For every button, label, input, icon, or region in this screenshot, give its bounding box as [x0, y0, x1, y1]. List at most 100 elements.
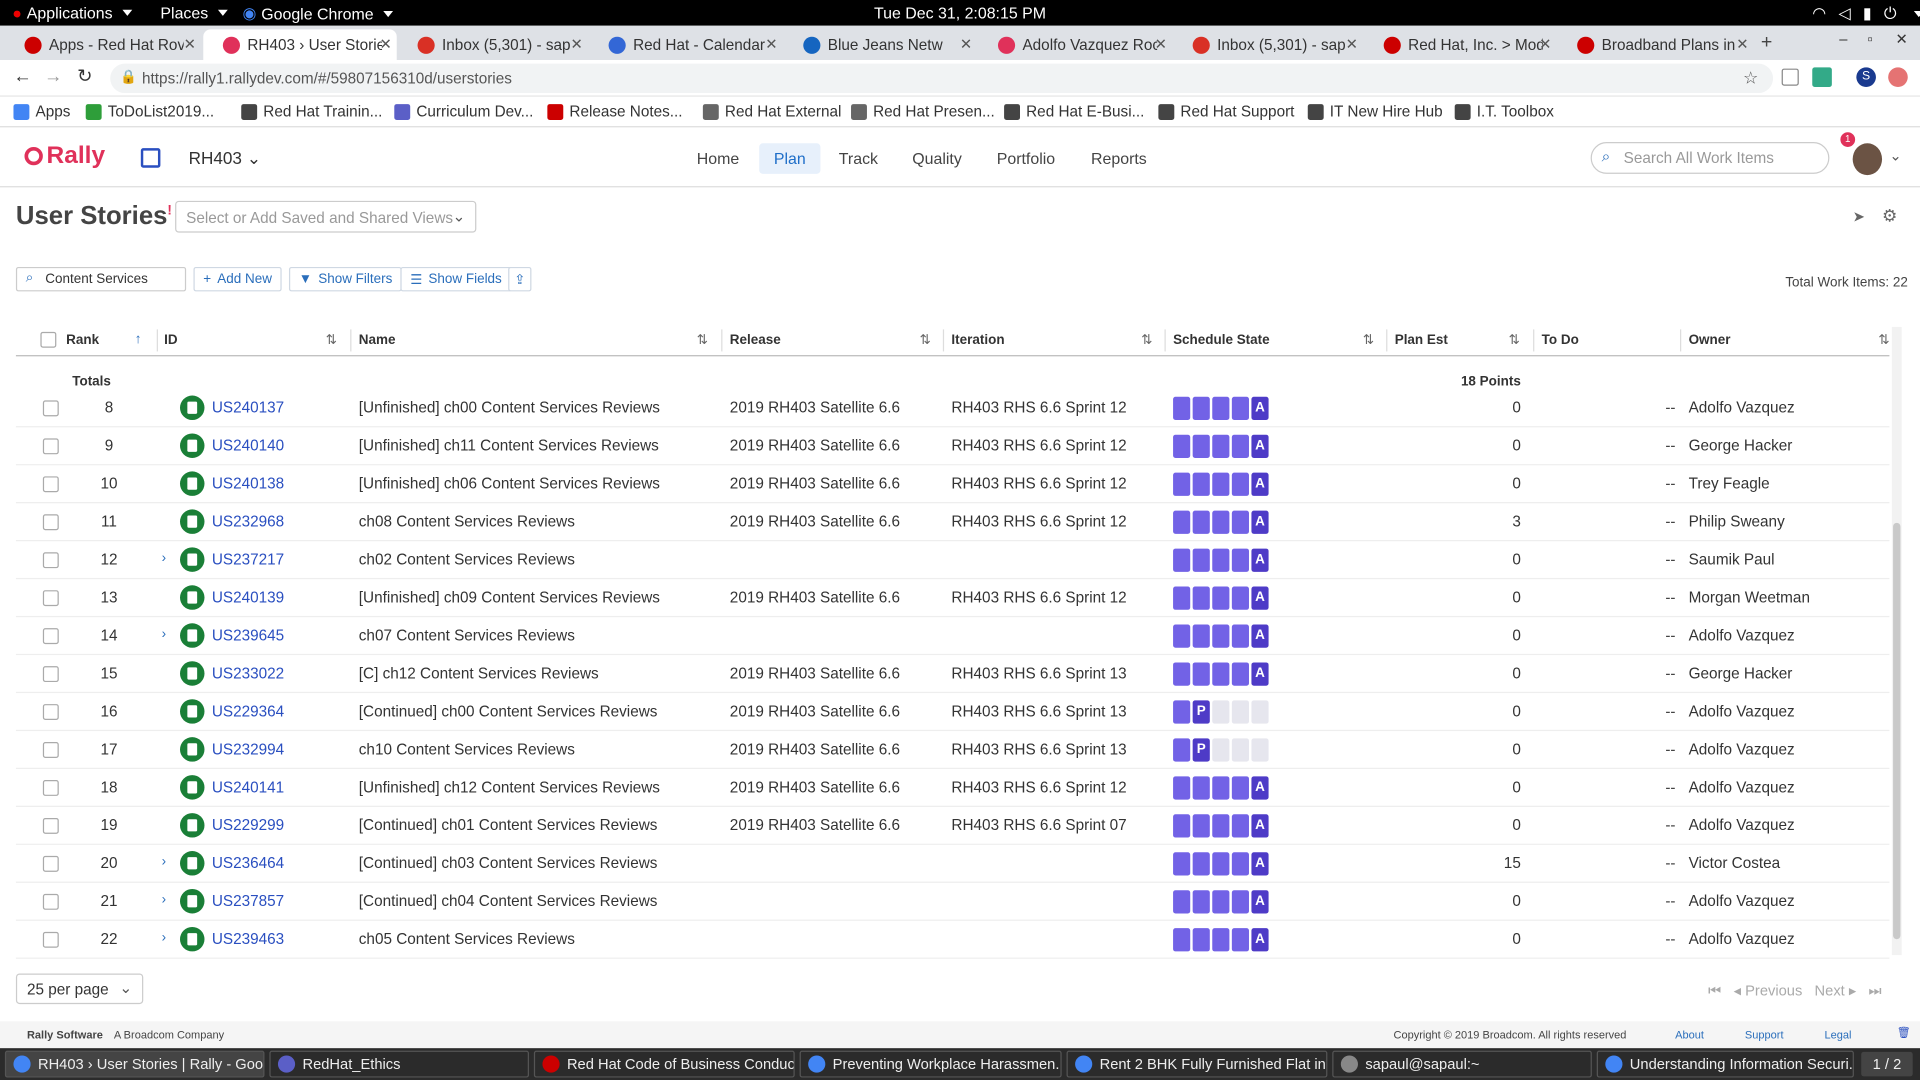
browser-tab[interactable]: Inbox (5,301) - sap ✕: [1173, 29, 1363, 60]
todo-cell[interactable]: --: [1665, 665, 1675, 682]
state-step[interactable]: [1192, 510, 1210, 534]
row-checkbox[interactable]: [42, 628, 59, 645]
release-cell[interactable]: 2019 RH403 Satellite 6.6: [730, 437, 900, 454]
owner-cell[interactable]: Victor Costea: [1689, 855, 1781, 872]
expand-chevron-icon[interactable]: ›: [162, 931, 166, 946]
workspace-icon[interactable]: [140, 148, 161, 168]
state-step[interactable]: [1231, 776, 1249, 800]
state-step[interactable]: [1231, 852, 1249, 876]
row-checkbox[interactable]: [42, 514, 59, 531]
state-step[interactable]: P: [1192, 700, 1210, 724]
table-row[interactable]: 19 US229299 [Continued] ch01 Content Servi…: [15, 807, 1890, 845]
story-name[interactable]: ch08 Content Services Reviews: [359, 513, 575, 530]
plan-est-cell[interactable]: 0: [1393, 703, 1521, 720]
close-icon[interactable]: ✕: [184, 36, 196, 53]
table-row[interactable]: 13 US240139 [Unfinished] ch09 Content Serv…: [15, 579, 1890, 618]
table-row[interactable]: 8 US240137 [Unfinished] ch00 Content Servi…: [15, 389, 1890, 428]
iteration-cell[interactable]: RH403 RHS 6.6 Sprint 07: [951, 817, 1126, 834]
state-step[interactable]: P: [1192, 738, 1210, 762]
story-id-link[interactable]: US239463: [212, 931, 284, 948]
browser-tab[interactable]: Broadband Plans in I ✕: [1558, 29, 1754, 60]
browser-tab[interactable]: Adolfo Vazquez Roc ✕: [978, 29, 1171, 60]
close-icon[interactable]: ✕: [571, 36, 583, 53]
browser-tab[interactable]: Inbox (5,301) - sap ✕: [398, 29, 588, 60]
close-icon[interactable]: ✕: [960, 36, 972, 53]
col-owner[interactable]: Owner: [1689, 333, 1731, 348]
rally-logo[interactable]: Rally: [24, 142, 105, 170]
plan-est-cell[interactable]: 0: [1393, 893, 1521, 910]
views-select[interactable]: Select or Add Saved and Shared Views ⌄: [175, 200, 477, 233]
project-picker[interactable]: RH403 ⌄: [189, 148, 262, 169]
state-step[interactable]: [1192, 890, 1210, 914]
state-step[interactable]: A: [1251, 434, 1269, 458]
story-id-link[interactable]: US240140: [212, 437, 284, 454]
row-checkbox[interactable]: [42, 476, 59, 493]
table-row[interactable]: 21 › US237857 [Continued] ch04 Content Serv…: [15, 883, 1890, 921]
plan-est-cell[interactable]: 0: [1393, 665, 1521, 682]
row-checkbox[interactable]: [42, 552, 59, 569]
state-step[interactable]: [1212, 890, 1230, 914]
plan-est-cell[interactable]: 0: [1393, 437, 1521, 454]
state-step[interactable]: [1212, 852, 1230, 876]
state-step[interactable]: [1192, 814, 1210, 838]
state-step[interactable]: [1173, 472, 1191, 496]
bookmark-item[interactable]: Red Hat E-Busi...: [1004, 103, 1144, 120]
sort-asc-icon[interactable]: ↑: [135, 332, 142, 347]
schedule-state[interactable]: A: [1173, 662, 1269, 686]
sort-icon[interactable]: ⇅: [1509, 332, 1520, 348]
iteration-cell[interactable]: RH403 RHS 6.6 Sprint 13: [951, 703, 1126, 720]
state-step[interactable]: A: [1251, 510, 1269, 534]
state-step[interactable]: [1231, 510, 1249, 534]
nav-plan[interactable]: Plan: [759, 143, 821, 174]
export-button[interactable]: ⇪: [508, 266, 532, 292]
schedule-state[interactable]: A: [1173, 472, 1269, 496]
owner-cell[interactable]: Adolfo Vazquez: [1689, 817, 1795, 834]
table-row[interactable]: 12 › US237217 ch02 Content Services Reviews…: [15, 541, 1890, 580]
state-step[interactable]: [1212, 624, 1230, 648]
row-checkbox[interactable]: [42, 817, 59, 834]
story-id-link[interactable]: US237217: [212, 551, 284, 568]
table-row[interactable]: 20 › US236464 [Continued] ch03 Content Serv…: [15, 845, 1890, 883]
state-step[interactable]: [1173, 776, 1191, 800]
owner-cell[interactable]: Adolfo Vazquez: [1689, 779, 1795, 796]
iteration-cell[interactable]: RH403 RHS 6.6 Sprint 13: [951, 665, 1126, 682]
browser-tab[interactable]: RH403 › User Storie ✕: [203, 29, 397, 61]
bookmark-star-icon[interactable]: ☆: [1743, 67, 1758, 88]
footer-support-link[interactable]: Support: [1745, 1029, 1784, 1041]
state-step[interactable]: A: [1251, 814, 1269, 838]
taskbar-window[interactable]: sapaul@sapaul:~: [1332, 1050, 1592, 1078]
forward-icon[interactable]: →: [44, 66, 62, 87]
story-name[interactable]: [Unfinished] ch12 Content Services Revie…: [359, 779, 660, 796]
taskbar-window[interactable]: RH403 › User Stories | Rally - Goo...: [4, 1050, 265, 1078]
trash-icon[interactable]: 🗑: [1897, 1026, 1911, 1039]
state-step[interactable]: [1173, 738, 1191, 762]
previous-page-button[interactable]: ◂ Previous: [1734, 982, 1803, 1000]
state-step[interactable]: [1231, 814, 1249, 838]
story-name[interactable]: [Unfinished] ch11 Content Services Revie…: [359, 437, 659, 454]
state-step[interactable]: [1173, 700, 1191, 724]
row-checkbox[interactable]: [42, 590, 59, 607]
table-row[interactable]: 22 › US239463 ch05 Content Services Reviews…: [15, 921, 1890, 959]
expand-chevron-icon[interactable]: ›: [162, 551, 166, 566]
state-step[interactable]: [1173, 548, 1191, 572]
state-step[interactable]: A: [1251, 852, 1269, 876]
state-step[interactable]: [1173, 396, 1191, 421]
sort-icon[interactable]: ⇅: [697, 332, 708, 348]
todo-cell[interactable]: --: [1665, 589, 1675, 606]
schedule-state[interactable]: A: [1173, 548, 1269, 572]
owner-cell[interactable]: George Hacker: [1689, 437, 1793, 454]
close-icon[interactable]: ✕: [1346, 36, 1358, 53]
sort-icon[interactable]: ⇅: [1363, 332, 1374, 348]
state-step[interactable]: [1231, 700, 1249, 724]
close-icon[interactable]: ✕: [1736, 36, 1748, 53]
todo-cell[interactable]: --: [1665, 779, 1675, 796]
state-step[interactable]: A: [1251, 662, 1269, 686]
state-step[interactable]: [1251, 738, 1269, 762]
iteration-cell[interactable]: RH403 RHS 6.6 Sprint 12: [951, 589, 1126, 606]
row-checkbox[interactable]: [42, 666, 59, 683]
taskbar-window[interactable]: RedHat_Ethics: [269, 1050, 529, 1078]
state-step[interactable]: A: [1251, 928, 1269, 952]
state-step[interactable]: [1212, 700, 1230, 724]
todo-cell[interactable]: --: [1665, 399, 1675, 416]
plan-est-cell[interactable]: 0: [1393, 551, 1521, 568]
